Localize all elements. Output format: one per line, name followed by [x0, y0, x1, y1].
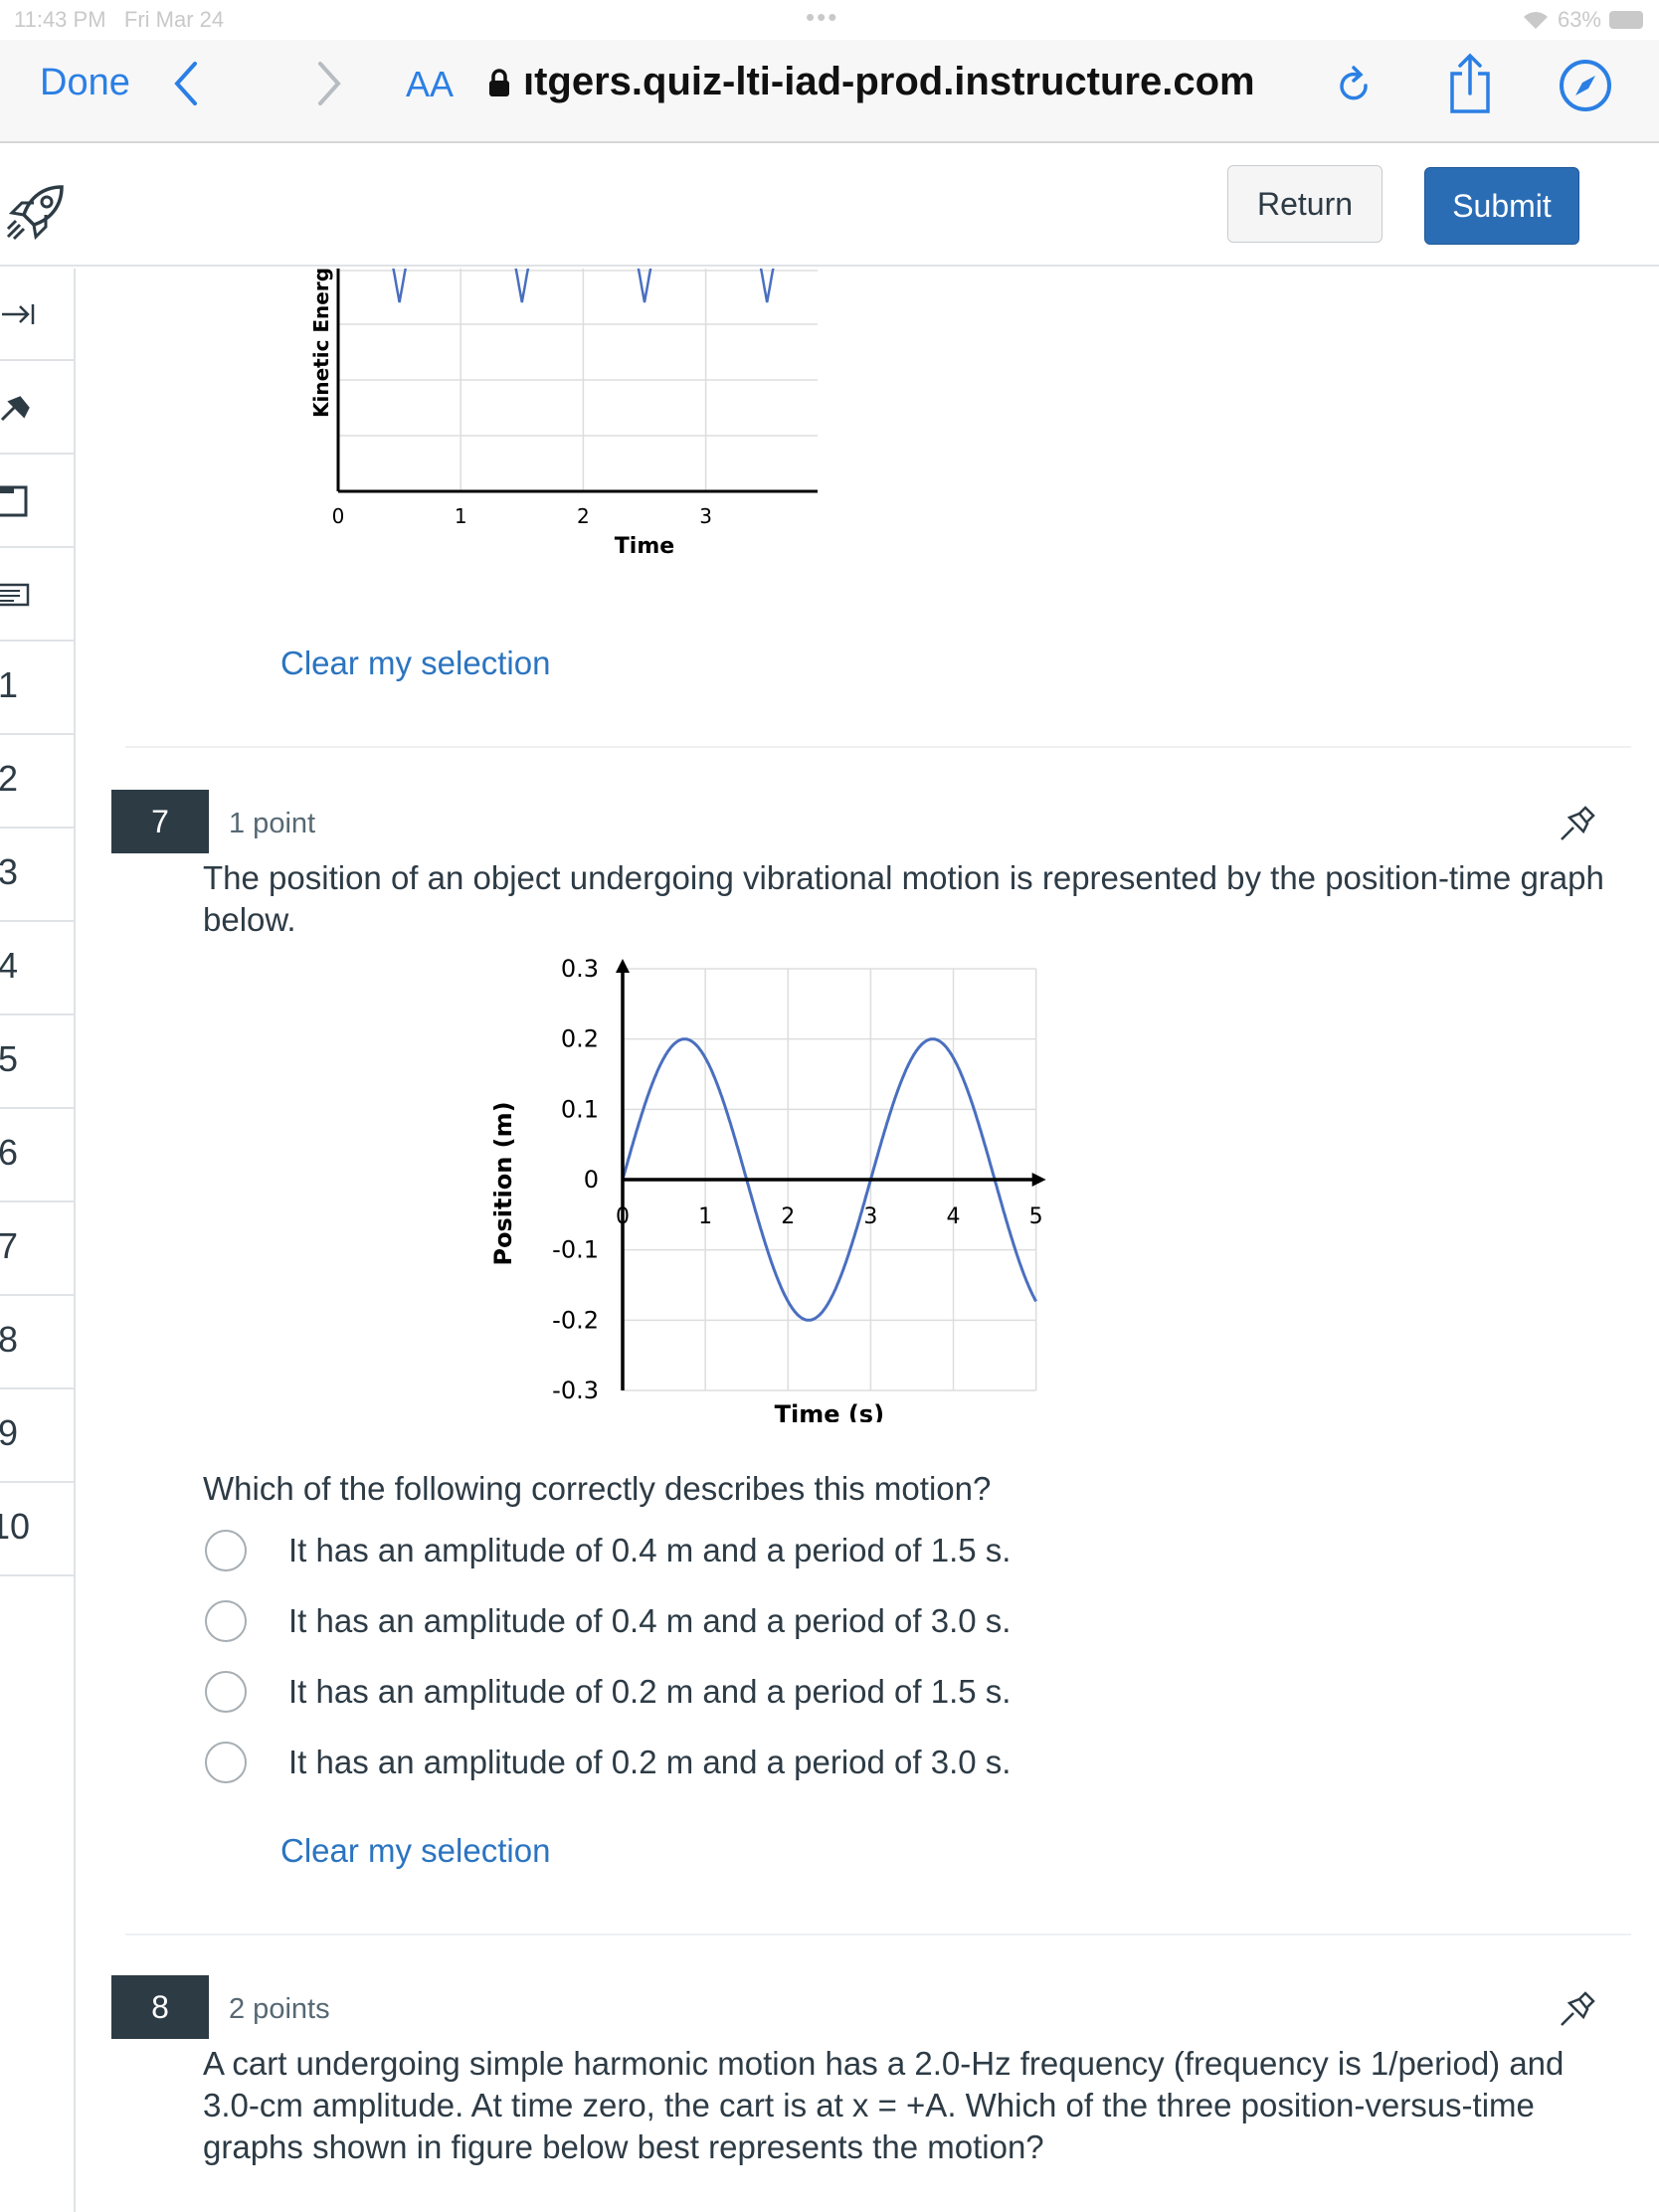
answer-option-3[interactable]: It has an amplitude of 0.2 m and a perio… [288, 1673, 1011, 1711]
address-bar[interactable]: ıtgers.quiz-lti-iad-prod.instructure.com [523, 60, 1255, 104]
battery-icon [1609, 11, 1643, 29]
status-bar: 11:43 PM Fri Mar 24 ••• 63% [0, 0, 1659, 40]
x-axis-title: Time [615, 534, 674, 559]
question-points: 1 point [229, 808, 316, 839]
y-axis-title: Position (m) [493, 1101, 517, 1265]
answer-radio-1[interactable] [205, 1530, 247, 1571]
question-divider [125, 746, 1631, 748]
done-button[interactable]: Done [40, 62, 130, 104]
question-stem: Which of the following correctly describ… [203, 1470, 992, 1507]
x-tick-label: 2 [781, 1204, 795, 1229]
return-button[interactable]: Return [1227, 165, 1382, 243]
sidebar-collapse[interactable] [0, 269, 74, 361]
y-tick-label: 0.1 [561, 1095, 599, 1123]
status-indicators: 63% [1522, 7, 1643, 33]
share-icon[interactable] [1446, 52, 1494, 115]
quiz-header: Return Submit [0, 145, 1659, 267]
x-axis-arrow [1031, 1173, 1046, 1187]
question-sidebar: 1 2 3 4 5 6 7 8 9 10 [0, 269, 76, 2212]
x-tick-label: 1 [698, 1204, 712, 1229]
position-time-chart: 0 1 2 3 4 5 0.3 0.2 0.1 0 -0.1 -0.2 -0.3 Time (s) Posi… [493, 955, 1046, 1422]
sidebar-pinned[interactable] [0, 362, 74, 455]
answer-radio-4[interactable] [205, 1742, 247, 1783]
back-arrow-icon[interactable] [171, 54, 201, 113]
answer-radio-3[interactable] [205, 1671, 247, 1713]
compass-icon[interactable] [1558, 58, 1613, 113]
rocket-icon [6, 185, 64, 241]
question-prompt: The position of an object undergoing vib… [203, 859, 1604, 938]
x-tick-label: 2 [577, 504, 590, 528]
question-number-badge: 7 [111, 790, 209, 853]
x-axis-title: Time (s) [775, 1400, 884, 1422]
notes-icon [0, 583, 30, 607]
quiz-main-content: 0 1 2 3 4 5 Time Kinetic Energy Clear my select… [111, 269, 1631, 2212]
sidebar-question-6[interactable]: 6 [0, 1110, 74, 1202]
sidebar-question-4[interactable]: 4 [0, 923, 74, 1015]
submit-button[interactable]: Submit [1424, 167, 1579, 245]
y-tick-label: -0.3 [552, 1377, 599, 1404]
y-tick-label: -0.2 [552, 1306, 599, 1334]
pin-question-icon[interactable] [1558, 804, 1597, 843]
x-tick-label: 0 [332, 504, 345, 528]
kinetic-energy-chart: 012345TimeKinetic Energy [309, 269, 818, 559]
sidebar-calculator[interactable] [0, 456, 74, 548]
x-tick-label: 5 [1029, 1204, 1043, 1229]
pin-icon [0, 396, 30, 422]
x-tick-label: 3 [699, 504, 712, 528]
sidebar-question-10[interactable]: 10 [0, 1484, 74, 1576]
sidebar-question-2[interactable]: 2 [0, 736, 74, 829]
sidebar-question-8[interactable]: 8 [0, 1297, 74, 1389]
lock-icon [489, 69, 509, 96]
x-tick-label: 1 [455, 504, 467, 528]
forward-arrow-icon[interactable] [314, 54, 344, 113]
y-axis-title: Kinetic Energy [309, 269, 333, 418]
battery-percent: 63% [1557, 7, 1601, 32]
expand-arrow-icon [2, 304, 35, 324]
clear-selection-link-q7[interactable]: Clear my selection [280, 1832, 550, 1870]
question-points: 2 points [229, 1993, 330, 2025]
reload-icon[interactable] [1335, 64, 1377, 111]
status-time: 11:43 PM Fri Mar 24 [14, 7, 225, 32]
sidebar-question-5[interactable]: 5 [0, 1016, 74, 1109]
answer-option-4[interactable]: It has an amplitude of 0.2 m and a perio… [288, 1744, 1011, 1781]
y-tick-label: -0.1 [552, 1236, 599, 1264]
kinetic-energy-curve [392, 269, 775, 303]
window-icon [0, 485, 28, 517]
clear-selection-link-q6[interactable]: Clear my selection [280, 645, 550, 682]
sidebar-question-9[interactable]: 9 [0, 1390, 74, 1483]
wifi-icon [1523, 12, 1548, 29]
x-tick-label: 4 [947, 1204, 961, 1229]
sidebar-question-1[interactable]: 1 [0, 643, 74, 735]
multitasking-dots-icon[interactable]: ••• [806, 2, 838, 33]
question-prompt: A cart undergoing simple harmonic motion… [203, 2045, 1565, 2165]
y-axis-arrow [616, 959, 630, 973]
answer-option-1[interactable]: It has an amplitude of 0.4 m and a perio… [288, 1532, 1011, 1569]
y-tick-label: 0.3 [561, 955, 599, 983]
browser-toolbar: Done AA ıtgers.quiz-lti-iad-prod.instruc… [0, 40, 1659, 143]
text-size-button[interactable]: AA [406, 64, 454, 105]
question-number-badge: 8 [111, 1975, 209, 2039]
answer-option-2[interactable]: It has an amplitude of 0.4 m and a perio… [288, 1602, 1011, 1640]
y-tick-label: 0 [584, 1166, 599, 1194]
y-tick-label: 0.2 [561, 1025, 599, 1053]
answer-radio-2[interactable] [205, 1600, 247, 1642]
sidebar-question-7[interactable]: 7 [0, 1203, 74, 1296]
sidebar-question-3[interactable]: 3 [0, 830, 74, 922]
sidebar-notes[interactable] [0, 549, 74, 642]
x-tick-label: 3 [863, 1204, 877, 1229]
question-divider [125, 1934, 1631, 1936]
pin-question-icon[interactable] [1558, 1989, 1597, 2029]
x-tick-label: 0 [616, 1204, 630, 1229]
